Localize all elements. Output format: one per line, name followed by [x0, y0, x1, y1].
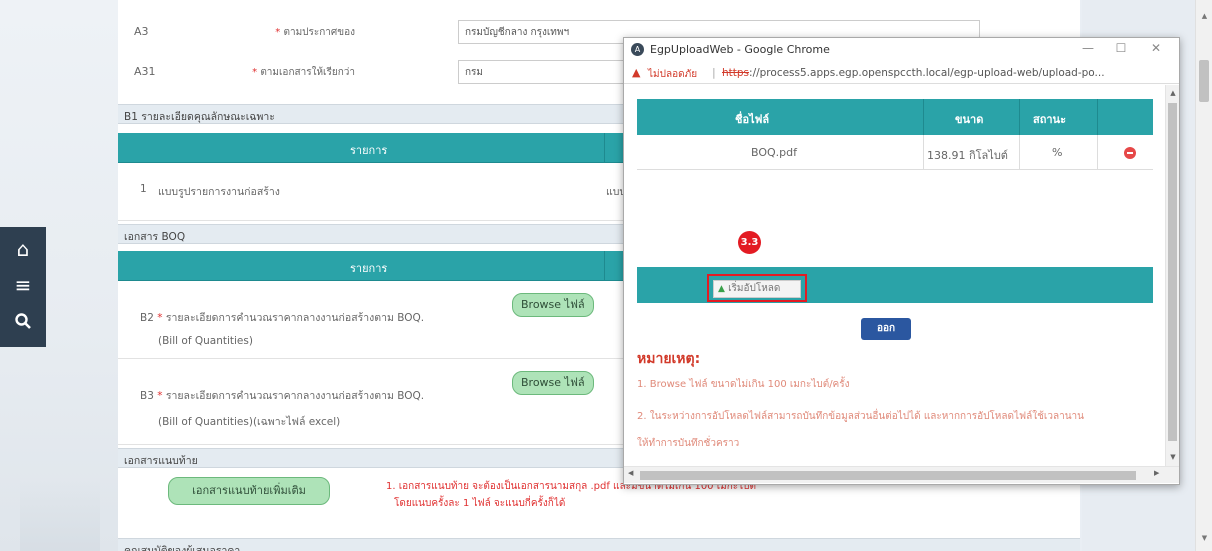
note-line: ให้ทำการบันทึกชั่วคราว: [637, 438, 740, 449]
scroll-left-arrow-icon[interactable]: ◀: [628, 469, 633, 477]
row-subtext: (Bill of Quantities)(เฉพาะไฟล์ excel): [158, 416, 341, 428]
url-text: https://process5.apps.egp.openspccth.loc…: [722, 67, 1105, 79]
upload-icon: ▲: [718, 284, 725, 294]
popup-vertical-scrollbar[interactable]: ▲ ▼: [1165, 85, 1179, 466]
field-code: A3: [134, 25, 149, 38]
note-line: 1. Browse ไฟล์ ขนาดไม่เกิน 100 เมกะไบต์/…: [637, 379, 850, 390]
background-decoration: [20, 481, 100, 551]
scroll-thumb[interactable]: [1168, 103, 1177, 441]
scroll-up-arrow-icon[interactable]: ▲: [1166, 89, 1180, 97]
table-row: BOQ.pdf 138.91 กิโลไบต์ %: [637, 135, 1153, 170]
scroll-down-arrow-icon[interactable]: ▼: [1166, 453, 1180, 461]
scroll-right-arrow-icon[interactable]: ▶: [1154, 469, 1159, 477]
search-icon[interactable]: [0, 307, 46, 337]
file-status: %: [1052, 146, 1063, 159]
row-code: B3 * รายละเอียดการคำนวณราคากลางงานก่อสร้…: [140, 390, 425, 402]
column-header-status: สถานะ: [1033, 113, 1066, 126]
popup-body: ชื่อไฟล์ ขนาด สถานะ BOQ.pdf 138.91 กิโลไ…: [624, 85, 1165, 465]
separator: |: [712, 66, 716, 79]
file-table-header: ชื่อไฟล์ ขนาด สถานะ: [637, 99, 1153, 135]
column-header-size: ขนาด: [955, 113, 984, 126]
close-button[interactable]: ออก: [861, 318, 911, 340]
minimize-icon[interactable]: —: [1078, 41, 1098, 55]
file-size: 138.91 กิโลไบต์: [927, 149, 1008, 162]
scroll-thumb[interactable]: [640, 471, 1136, 480]
row-text: แบบรูปรายการงานก่อสร้าง: [158, 186, 280, 198]
maximize-icon[interactable]: ☐: [1111, 41, 1131, 55]
upload-popup-window: A EgpUploadWeb - Google Chrome — ☐ ✕ ▲ ไ…: [623, 37, 1180, 485]
notes-title: หมายเหตุ:: [637, 351, 701, 367]
remove-file-icon[interactable]: [1124, 147, 1136, 159]
popup-horizontal-scrollbar[interactable]: ◀ ▶: [624, 466, 1179, 483]
note-line: 2. ในระหว่างการอัปโหลดไฟล์สามารถบันทึกข้…: [637, 411, 1084, 422]
menu-icon[interactable]: ≡: [0, 271, 46, 299]
section-next-header: คุณสมบัติของผู้เสนอราคา: [118, 538, 1080, 551]
row-number: 1: [140, 183, 147, 195]
side-nav: ⌂ ≡: [0, 227, 46, 347]
home-icon[interactable]: ⌂: [0, 235, 46, 263]
step-badge: 3.3: [738, 231, 761, 254]
browse-file-button[interactable]: Browse ไฟล์: [512, 371, 594, 395]
not-secure-label: ไม่ปลอดภัย: [648, 69, 698, 80]
address-bar[interactable]: ▲ ไม่ปลอดภัย | https://process5.apps.egp…: [624, 62, 1179, 84]
scroll-up-arrow-icon[interactable]: ▲: [1196, 12, 1212, 20]
browse-file-button[interactable]: Browse ไฟล์: [512, 293, 594, 317]
warning-icon: ▲: [632, 66, 641, 79]
column-header-item: รายการ: [350, 144, 388, 157]
column-header-item: รายการ: [350, 262, 388, 275]
scroll-down-arrow-icon[interactable]: ▼: [1196, 534, 1212, 542]
row-subtext: (Bill of Quantities): [158, 335, 253, 347]
row-code: B2 * รายละเอียดการคำนวณราคากลางงานก่อสร้…: [140, 312, 425, 324]
scroll-thumb[interactable]: [1199, 60, 1209, 102]
close-icon[interactable]: ✕: [1146, 41, 1166, 55]
page-scrollbar[interactable]: ▲ ▼: [1195, 0, 1212, 551]
add-attachment-button[interactable]: เอกสารแนบท้ายเพิ่มเติม: [168, 477, 330, 505]
field-code: A31: [134, 65, 156, 78]
field-label: * ตามประกาศของ: [275, 27, 355, 38]
file-name: BOQ.pdf: [751, 146, 798, 159]
app-icon: A: [631, 43, 644, 56]
field-label: * ตามเอกสารให้เรียกว่า: [252, 67, 355, 78]
start-upload-button[interactable]: ▲ เริ่มอัปโหลด: [713, 280, 801, 298]
popup-titlebar[interactable]: A EgpUploadWeb - Google Chrome — ☐ ✕: [624, 38, 1179, 62]
window-title: EgpUploadWeb - Google Chrome: [650, 43, 830, 56]
column-header-filename: ชื่อไฟล์: [735, 113, 770, 126]
